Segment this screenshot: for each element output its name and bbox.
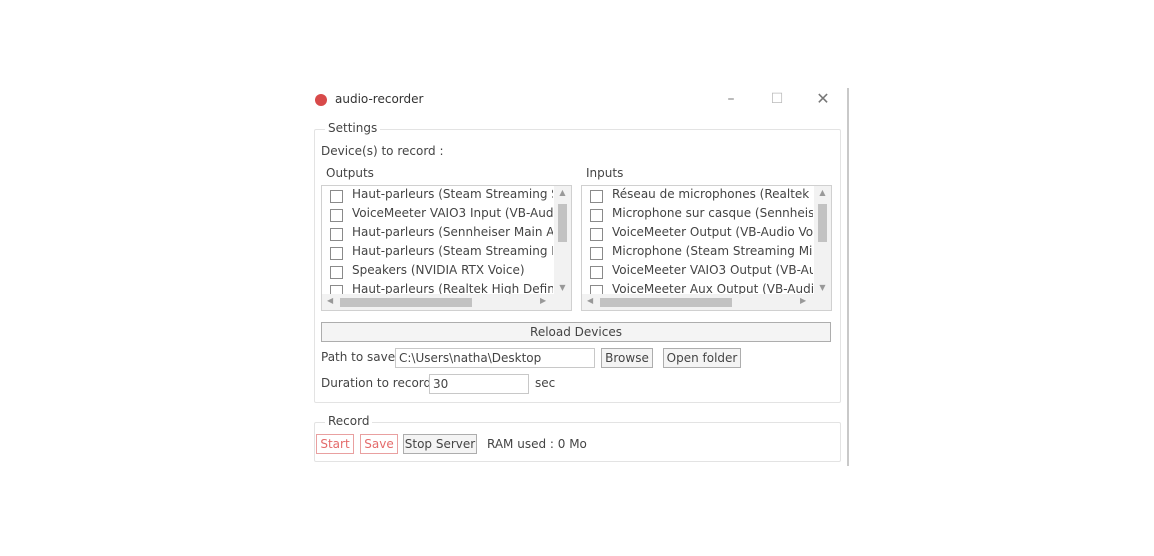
start-button[interactable]: Start xyxy=(316,434,354,454)
title-bar[interactable]: audio-recorder – ☐ ✕ xyxy=(305,88,847,112)
scroll-right-icon[interactable]: ▶ xyxy=(540,296,546,305)
device-label: Haut-parleurs (Realtek High Definition A… xyxy=(352,282,553,294)
scroll-down-icon[interactable]: ▼ xyxy=(554,283,571,292)
device-item[interactable]: Speakers (NVIDIA RTX Voice) xyxy=(322,262,553,281)
device-label: VoiceMeeter VAIO3 Output (VB-Audio Voice… xyxy=(612,263,813,277)
device-checkbox[interactable] xyxy=(330,247,343,260)
scrollbar-thumb[interactable] xyxy=(818,204,827,242)
device-checkbox[interactable] xyxy=(590,228,603,241)
inputs-horizontal-scrollbar[interactable]: ◀ ▶ xyxy=(582,294,831,310)
record-icon xyxy=(315,94,327,106)
open-folder-button[interactable]: Open folder xyxy=(663,348,741,368)
device-checkbox[interactable] xyxy=(590,247,603,260)
scroll-down-icon[interactable]: ▼ xyxy=(814,283,831,292)
outputs-listbox[interactable]: Haut-parleurs (Steam Streaming Speakers)… xyxy=(321,185,572,311)
maximize-button[interactable]: ☐ xyxy=(757,88,797,112)
device-label: Haut-parleurs (Steam Streaming Microphon… xyxy=(352,244,553,258)
device-checkbox[interactable] xyxy=(590,190,603,203)
device-label: VoiceMeeter Aux Output (VB-Audio VoiceMe… xyxy=(612,282,813,294)
scroll-left-icon[interactable]: ◀ xyxy=(327,296,333,305)
inputs-list: Réseau de microphones (Realtek High Defi… xyxy=(582,186,813,294)
reload-devices-button[interactable]: Reload Devices xyxy=(321,322,831,342)
device-label: VoiceMeeter VAIO3 Input (VB-Audio VoiceM… xyxy=(352,206,553,220)
path-input[interactable]: C:\Users\natha\Desktop xyxy=(395,348,595,368)
device-label: Speakers (NVIDIA RTX Voice) xyxy=(352,263,525,277)
outputs-horizontal-scrollbar[interactable]: ◀ ▶ xyxy=(322,294,571,310)
inputs-listbox[interactable]: Réseau de microphones (Realtek High Defi… xyxy=(581,185,832,311)
scrollbar-thumb[interactable] xyxy=(600,298,732,307)
duration-input[interactable]: 30 xyxy=(429,374,529,394)
scrollbar-thumb[interactable] xyxy=(340,298,472,307)
duration-label: Duration to record : xyxy=(321,376,439,390)
device-checkbox[interactable] xyxy=(590,266,603,279)
device-label: Microphone sur casque (Sennheiser Chat A… xyxy=(612,206,813,220)
device-label: Microphone (Steam Streaming Microphone) xyxy=(612,244,813,258)
ram-used-label: RAM used : 0 Mo xyxy=(487,437,587,451)
inputs-label: Inputs xyxy=(586,166,624,180)
device-item[interactable]: Microphone sur casque (Sennheiser Chat A… xyxy=(582,205,813,224)
device-label: VoiceMeeter Output (VB-Audio VoiceMeeter… xyxy=(612,225,813,239)
app-window: audio-recorder – ☐ ✕ Settings Device(s) … xyxy=(305,88,849,466)
browse-button[interactable]: Browse xyxy=(601,348,653,368)
scrollbar-thumb[interactable] xyxy=(558,204,567,242)
device-checkbox[interactable] xyxy=(590,209,603,222)
scroll-up-icon[interactable]: ▲ xyxy=(814,188,831,197)
device-checkbox[interactable] xyxy=(330,266,343,279)
devices-label: Device(s) to record : xyxy=(321,144,444,158)
window-title: audio-recorder xyxy=(335,92,424,106)
device-checkbox[interactable] xyxy=(590,285,603,294)
scroll-up-icon[interactable]: ▲ xyxy=(554,188,571,197)
device-item[interactable]: VoiceMeeter VAIO3 Input (VB-Audio VoiceM… xyxy=(322,205,553,224)
device-item[interactable]: VoiceMeeter VAIO3 Output (VB-Audio Voice… xyxy=(582,262,813,281)
device-label: Haut-parleurs (Steam Streaming Speakers) xyxy=(352,187,553,201)
device-item[interactable]: Haut-parleurs (Steam Streaming Microphon… xyxy=(322,243,553,262)
outputs-list: Haut-parleurs (Steam Streaming Speakers)… xyxy=(322,186,553,294)
path-label: Path to save : xyxy=(321,350,403,364)
save-button[interactable]: Save xyxy=(360,434,398,454)
device-checkbox[interactable] xyxy=(330,228,343,241)
close-button[interactable]: ✕ xyxy=(803,88,843,112)
device-item[interactable]: VoiceMeeter Aux Output (VB-Audio VoiceMe… xyxy=(582,281,813,294)
device-label: Haut-parleurs (Sennheiser Main Audio) xyxy=(352,225,553,239)
outputs-vertical-scrollbar[interactable]: ▲ ▼ xyxy=(554,186,571,294)
device-checkbox[interactable] xyxy=(330,285,343,294)
device-checkbox[interactable] xyxy=(330,190,343,203)
scroll-left-icon[interactable]: ◀ xyxy=(587,296,593,305)
device-item[interactable]: Haut-parleurs (Steam Streaming Speakers) xyxy=(322,186,553,205)
device-checkbox[interactable] xyxy=(330,209,343,222)
scroll-right-icon[interactable]: ▶ xyxy=(800,296,806,305)
device-item[interactable]: Haut-parleurs (Realtek High Definition A… xyxy=(322,281,553,294)
device-item[interactable]: Microphone (Steam Streaming Microphone) xyxy=(582,243,813,262)
outputs-label: Outputs xyxy=(326,166,374,180)
device-item[interactable]: VoiceMeeter Output (VB-Audio VoiceMeeter… xyxy=(582,224,813,243)
device-label: Réseau de microphones (Realtek High Defi… xyxy=(612,187,813,201)
duration-unit: sec xyxy=(535,376,556,390)
device-item[interactable]: Réseau de microphones (Realtek High Defi… xyxy=(582,186,813,205)
settings-group-title: Settings xyxy=(325,121,381,135)
device-item[interactable]: Haut-parleurs (Sennheiser Main Audio) xyxy=(322,224,553,243)
record-group-title: Record xyxy=(325,414,373,428)
stop-server-button[interactable]: Stop Server xyxy=(403,434,477,454)
inputs-vertical-scrollbar[interactable]: ▲ ▼ xyxy=(814,186,831,294)
minimize-button[interactable]: – xyxy=(711,88,751,112)
